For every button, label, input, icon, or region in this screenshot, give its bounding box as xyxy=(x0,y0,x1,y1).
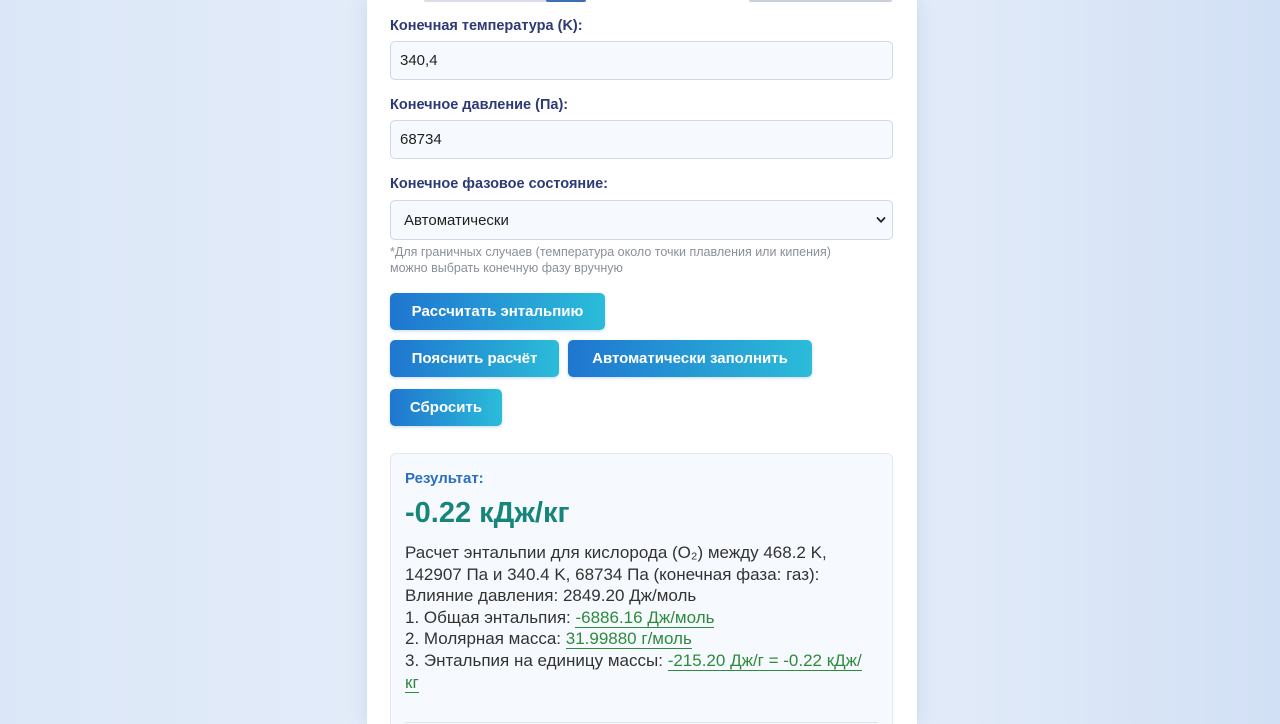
result-value: -0.22 кДж/кг xyxy=(405,497,570,529)
calculator-card: Конечная температура (K): Конечное давле… xyxy=(367,0,917,724)
calculate-enthalpy-button[interactable]: Рассчитать энтальпию xyxy=(390,293,605,330)
reset-button[interactable]: Сбросить xyxy=(390,389,502,426)
step-3-label: 3. Энтальпия на единицу массы: xyxy=(405,650,668,670)
phase-hint-text: *Для граничных случаев (температура окол… xyxy=(390,245,831,275)
final-phase-label: Конечное фазовое состояние: xyxy=(390,176,608,192)
step-1-label: 1. Общая энтальпия: xyxy=(405,607,576,627)
step-2-value: 31.99880 г/моль xyxy=(565,629,692,650)
final-temperature-label: Конечная температура (K): xyxy=(390,18,583,34)
result-heading: Результат: xyxy=(405,470,484,487)
result-details: Расчет энтальпии для кислорода (O₂) межд… xyxy=(405,542,875,693)
chevron-down-icon xyxy=(876,217,886,223)
previous-field-edge-right xyxy=(749,0,892,2)
final-pressure-label: Конечное давление (Па): xyxy=(390,97,569,113)
step-2-label: 2. Молярная масса: xyxy=(405,629,566,649)
final-temperature-input[interactable] xyxy=(390,41,893,80)
final-phase-select[interactable]: Автоматически xyxy=(390,200,893,240)
step-1-line: 1. Общая энтальпия: -6886.16 Дж/моль xyxy=(405,607,875,629)
pressure-effect-line: Влияние давления: 2849.20 Дж/моль xyxy=(405,586,697,606)
result-divider xyxy=(405,722,878,723)
explain-calculation-button[interactable]: Пояснить расчёт xyxy=(390,340,559,377)
final-phase-selected-value: Автоматически xyxy=(404,212,509,229)
autofill-button[interactable]: Автоматически заполнить xyxy=(568,340,812,377)
step-3-line: 3. Энтальпия на единицу массы: -215.20 Д… xyxy=(405,650,875,693)
result-description: Расчет энтальпии для кислорода (O₂) межд… xyxy=(405,543,827,584)
step-1-value: -6886.16 Дж/моль xyxy=(575,607,715,628)
final-pressure-input[interactable] xyxy=(390,120,893,159)
previous-field-accent xyxy=(546,0,586,2)
step-2-line: 2. Молярная масса: 31.99880 г/моль xyxy=(405,628,875,650)
previous-field-edge xyxy=(424,0,564,2)
result-panel: Результат: -0.22 кДж/кг Расчет энтальпии… xyxy=(390,453,893,724)
